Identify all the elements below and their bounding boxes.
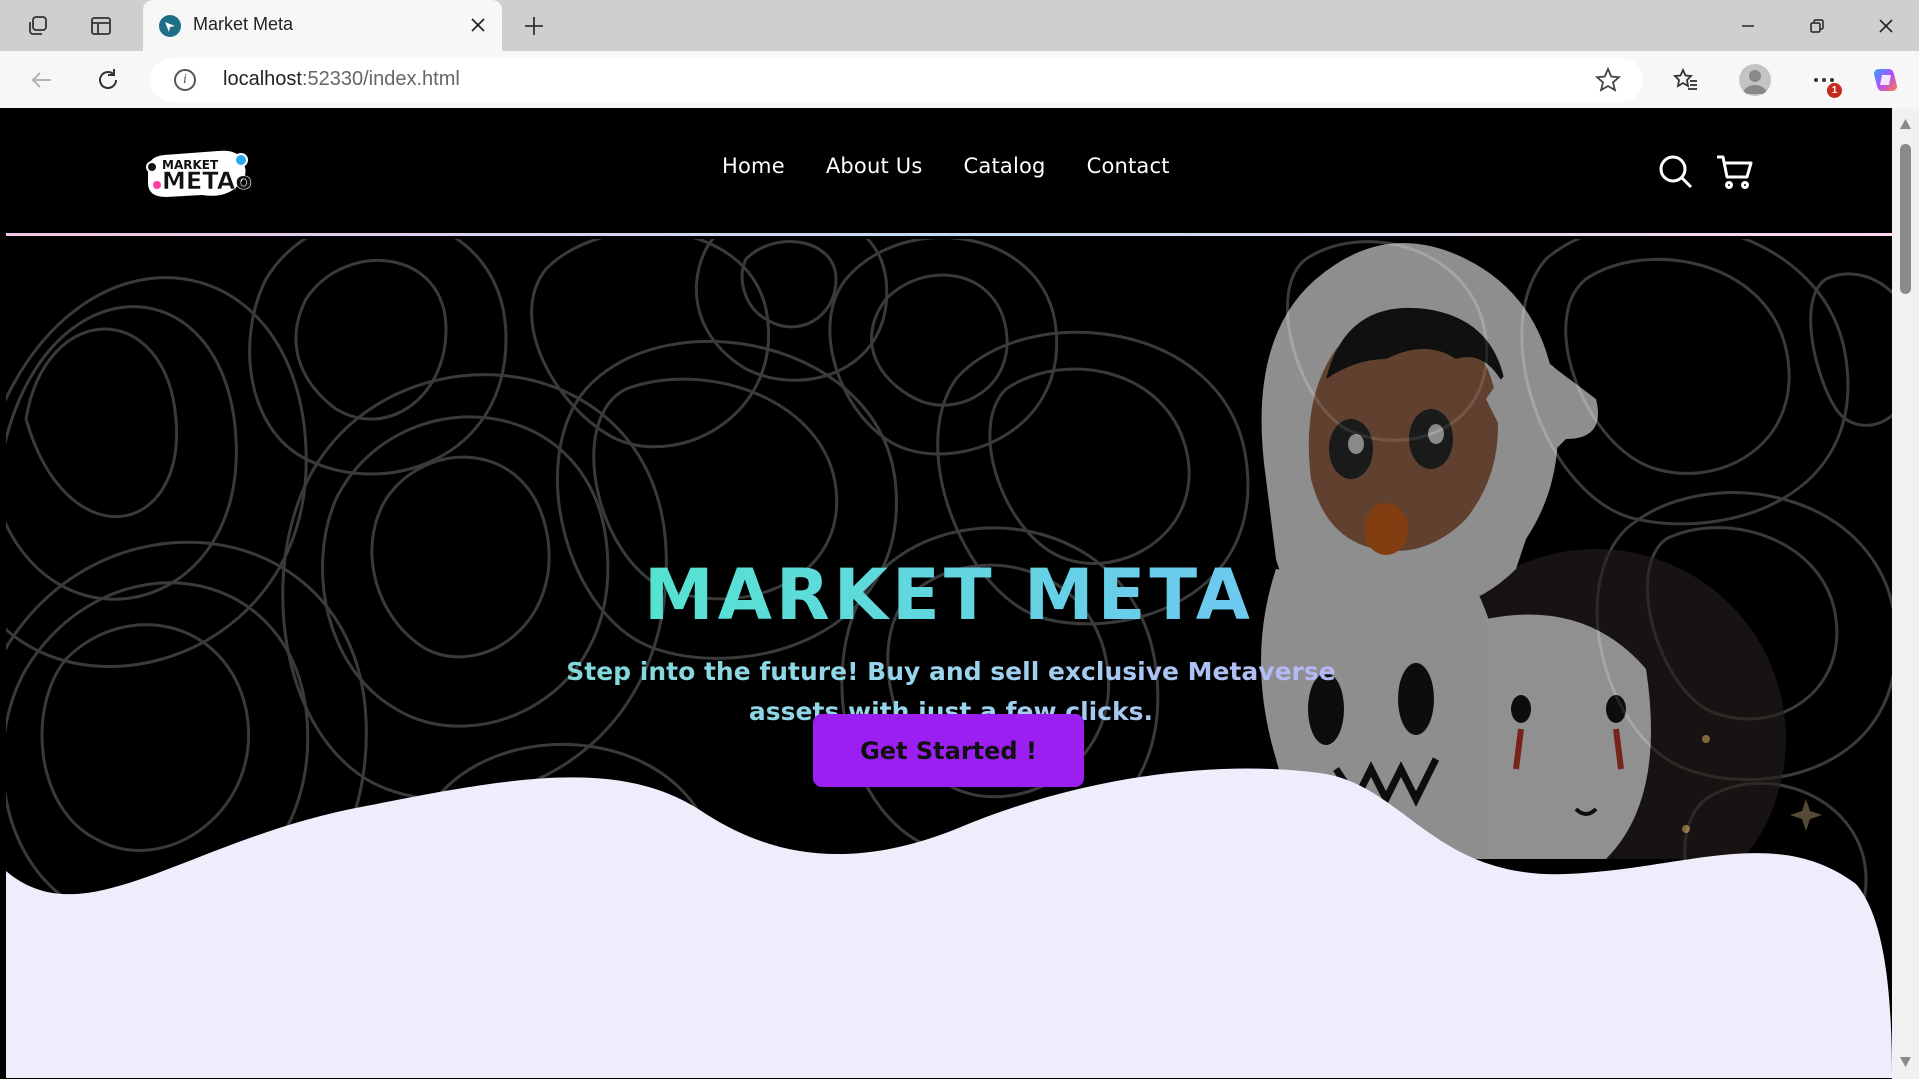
tab-actions-icon[interactable] [88, 13, 114, 39]
address-bar[interactable]: i localhost:52330/index.html [150, 58, 1643, 102]
more-options-icon[interactable]: 1 [1808, 64, 1842, 98]
new-tab-icon[interactable] [520, 12, 548, 40]
tab-title: Market Meta [193, 14, 294, 34]
site-logo[interactable]: MARKET METAo [142, 143, 254, 203]
site-header: MARKET METAo Home About Us Catalog Conta… [6, 108, 1892, 236]
browser-tab-bar: Market Meta [0, 0, 1919, 51]
minimize-icon[interactable] [1734, 12, 1762, 40]
page-scrollbar[interactable] [1892, 108, 1919, 1079]
url-text[interactable]: localhost:52330/index.html [223, 68, 460, 91]
reload-icon[interactable] [93, 65, 123, 95]
scrollbar-thumb[interactable] [1900, 144, 1911, 294]
main-nav: Home About Us Catalog Contact [722, 154, 1170, 178]
nav-contact[interactable]: Contact [1087, 154, 1170, 178]
workspaces-icon[interactable] [25, 13, 51, 39]
copilot-icon[interactable] [1870, 64, 1902, 96]
browser-toolbar: i localhost:52330/index.html 1 [0, 51, 1919, 108]
active-tab[interactable]: Market Meta [143, 0, 502, 51]
notification-badge: 1 [1827, 83, 1842, 98]
search-icon[interactable] [1656, 152, 1696, 192]
hero-section: MARKET META Step into the future! Buy an… [6, 239, 1892, 1078]
cart-icon[interactable] [1714, 152, 1754, 192]
close-window-icon[interactable] [1872, 12, 1900, 40]
scroll-down-arrow-icon[interactable] [1899, 1056, 1912, 1068]
close-tab-icon[interactable] [466, 13, 490, 37]
nav-catalog[interactable]: Catalog [964, 154, 1046, 178]
restore-icon[interactable] [1803, 12, 1831, 40]
page-viewport: MARKET METAo Home About Us Catalog Conta… [6, 108, 1892, 1078]
favorites-icon[interactable] [1670, 64, 1702, 96]
hero-wave-divider [6, 768, 1892, 1078]
logo-text-main: METAo [162, 167, 252, 195]
scroll-up-arrow-icon[interactable] [1899, 118, 1912, 130]
favorite-star-icon[interactable] [1595, 67, 1621, 93]
back-icon[interactable] [27, 65, 57, 95]
profile-avatar-icon[interactable] [1739, 64, 1771, 96]
nav-home[interactable]: Home [722, 154, 785, 178]
site-favicon-icon [159, 15, 181, 37]
nav-about-us[interactable]: About Us [826, 154, 923, 178]
site-info-icon[interactable]: i [174, 69, 196, 91]
